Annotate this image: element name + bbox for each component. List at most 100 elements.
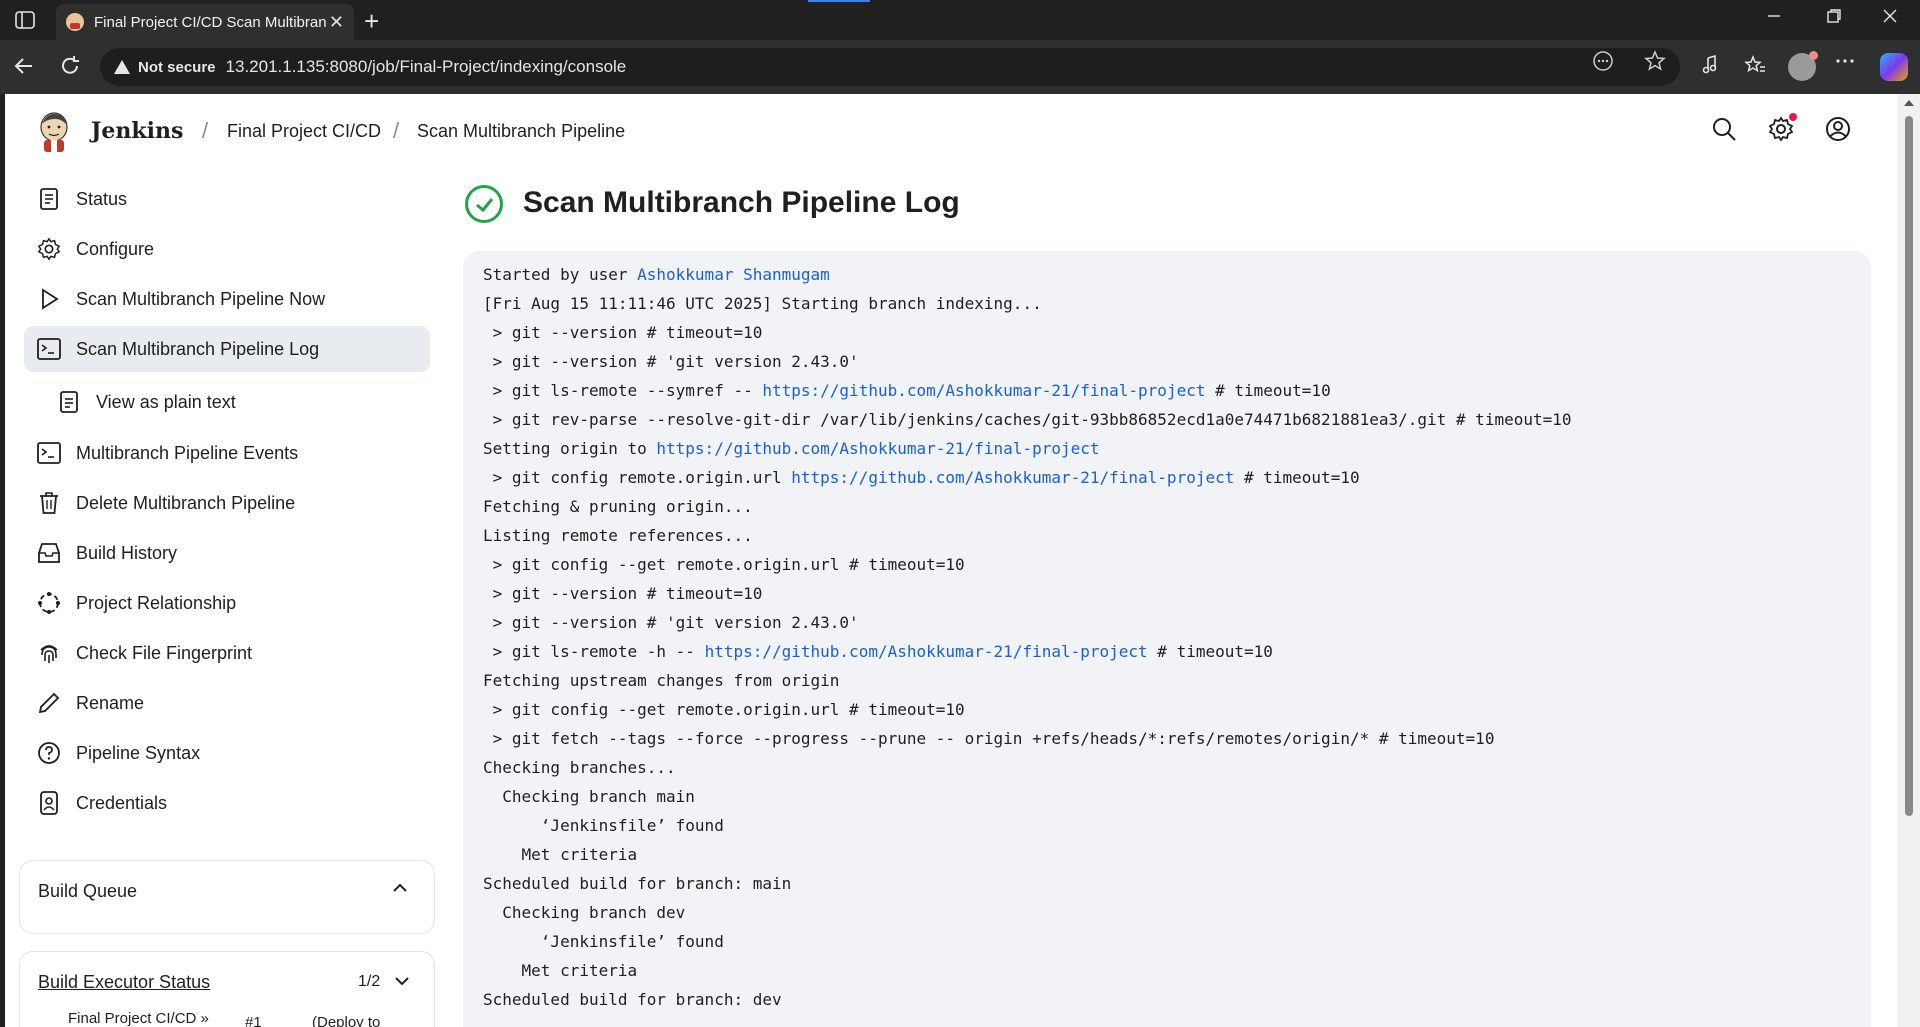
reader-mode-icon[interactable]	[1592, 50, 1614, 78]
console-text: ‘Jenkinsfile’ found	[483, 816, 724, 835]
executor-job-link[interactable]: Final Project CI/CD »	[68, 1010, 209, 1027]
sidebar-item-label: Configure	[76, 238, 155, 259]
help-icon	[36, 740, 62, 766]
sidebar-item-fingerprint[interactable]: Check File Fingerprint	[24, 630, 430, 676]
tab-actions-icon[interactable]	[12, 9, 38, 31]
sidebar-item-label: Multibranch Pipeline Events	[76, 442, 299, 463]
chevron-up-icon[interactable]	[392, 881, 408, 897]
new-tab-button[interactable]: +	[364, 6, 379, 37]
fingerprint-icon	[36, 640, 62, 666]
url-text[interactable]: 13.201.1.135:8080/job/Final-Project/inde…	[226, 57, 627, 77]
console-link[interactable]: https://github.com/Ashokkumar-21/final-p…	[705, 642, 1148, 661]
refresh-icon[interactable]	[58, 54, 82, 84]
sidebar-item-label: Credentials	[76, 792, 168, 813]
document-icon	[56, 389, 82, 415]
console-text: Scheduled build for branch: dev	[483, 990, 782, 1009]
sidebar-item-delete[interactable]: Delete Multibranch Pipeline	[24, 480, 430, 526]
console-text: > git config --get remote.origin.url # t…	[483, 700, 965, 719]
user-account-icon[interactable]	[1825, 116, 1851, 142]
sidebar-item-relationship[interactable]: Project Relationship	[24, 580, 430, 626]
manage-jenkins-gear-icon[interactable]	[1768, 113, 1797, 142]
address-bar[interactable]: Not secure 13.201.1.135:8080/job/Final-P…	[100, 48, 1680, 86]
sidebar-item-label: Build History	[76, 542, 178, 563]
sidebar-item-pipeline-syntax[interactable]: Pipeline Syntax	[24, 730, 430, 776]
sidebar-item-scan-log[interactable]: Scan Multibranch Pipeline Log	[24, 326, 430, 372]
console-text: > git --version # 'git version 2.43.0'	[483, 352, 859, 371]
sidebar-item-credentials[interactable]: Credentials	[24, 780, 430, 826]
chevron-down-icon[interactable]	[394, 974, 410, 990]
favorites-icon[interactable]	[1744, 54, 1766, 82]
console-link[interactable]: https://github.com/Ashokkumar-21/final-p…	[762, 381, 1205, 400]
console-text: Met criteria	[483, 845, 638, 864]
page-scrollbar[interactable]	[1898, 94, 1920, 1027]
sidebar-item-configure[interactable]: Configure	[24, 226, 430, 272]
tab-title: Final Project CI/CD Scan Multibranch	[94, 13, 326, 31]
console-text: Setting origin to	[483, 439, 657, 458]
sidebar-item-events[interactable]: Multibranch Pipeline Events	[24, 430, 430, 476]
sidebar-item-label: Rename	[76, 692, 145, 713]
sidebar-item-scan-now[interactable]: Scan Multibranch Pipeline Now	[24, 276, 430, 322]
console-line: > git config --get remote.origin.url # t…	[483, 555, 1871, 584]
breadcrumb-item-current[interactable]: Scan Multibranch Pipeline	[417, 121, 625, 142]
jenkins-favicon-icon	[66, 13, 84, 31]
console-line: Listing remote references...	[483, 526, 1871, 555]
executor-build-number[interactable]: #1	[245, 1014, 262, 1027]
build-executor-card: Build Executor Status 1/2 Final Project …	[19, 951, 435, 1027]
console-line: [Fri Aug 15 11:11:46 UTC 2025] Starting …	[483, 294, 1871, 323]
console-text: > git rev-parse --resolve-git-dir /var/l…	[483, 410, 1572, 429]
copilot-icon[interactable]	[1880, 53, 1908, 81]
profile-avatar-icon[interactable]	[1788, 51, 1818, 81]
console-link[interactable]: https://github.com/Ashokkumar-21/final-p…	[656, 439, 1099, 458]
breadcrumb-separator: /	[202, 118, 209, 143]
console-line: Fetching upstream changes from origin	[483, 671, 1871, 700]
sidebar-item-label: Check File Fingerprint	[76, 642, 253, 663]
security-indicator[interactable]: Not secure	[138, 59, 216, 76]
media-control-icon[interactable]	[1700, 54, 1722, 82]
terminal-icon	[36, 440, 62, 466]
console-line: > git config --get remote.origin.url # t…	[483, 700, 1871, 729]
gear-icon	[36, 236, 62, 262]
console-text: [Fri Aug 15 11:11:46 UTC 2025] Starting …	[483, 294, 1042, 313]
console-output: Started by user Ashokkumar Shanmugam [Fri…	[463, 251, 1871, 1027]
tab-close-icon[interactable]: ✕	[329, 12, 344, 33]
console-text: Listing remote references...	[483, 526, 753, 545]
browser-toolbar: Not secure 13.201.1.135:8080/job/Final-P…	[0, 40, 1920, 94]
sidebar-item-plain-text[interactable]: View as plain text	[24, 379, 430, 425]
sidebar-item-status[interactable]: Status	[24, 176, 430, 222]
close-window-icon[interactable]	[1882, 8, 1898, 29]
sidebar-item-label: Scan Multibranch Pipeline Now	[76, 288, 326, 309]
console-line: Started by user Ashokkumar Shanmugam	[483, 265, 1871, 294]
back-icon[interactable]	[12, 54, 36, 84]
relationship-icon	[36, 590, 62, 616]
jenkins-logo-icon[interactable]	[38, 112, 70, 152]
console-text: > git --version # 'git version 2.43.0'	[483, 613, 859, 632]
console-link[interactable]: Ashokkumar Shanmugam	[637, 265, 830, 284]
brand-name[interactable]: Jenkins	[91, 118, 183, 144]
minimize-icon[interactable]	[1766, 8, 1782, 29]
scroll-up-arrow-icon[interactable]	[1904, 100, 1914, 106]
browser-tab-active[interactable]: Final Project CI/CD Scan Multibranch ✕	[56, 4, 354, 40]
build-executor-title[interactable]: Build Executor Status	[38, 972, 210, 993]
pencil-icon	[36, 690, 62, 716]
favorite-star-icon[interactable]	[1644, 50, 1666, 78]
restore-icon[interactable]	[1826, 8, 1842, 29]
console-text: Met criteria	[483, 961, 638, 980]
console-text: # timeout=10	[1147, 642, 1273, 661]
sidebar-item-build-history[interactable]: Build History	[24, 530, 430, 576]
breadcrumb-item-project[interactable]: Final Project CI/CD	[227, 121, 381, 142]
search-icon[interactable]	[1711, 116, 1737, 142]
jenkins-header: Jenkins / Final Project CI/CD / Scan Mul…	[5, 94, 1898, 164]
console-line: Scheduled build for branch: dev	[483, 990, 1871, 1019]
console-line: ‘Jenkinsfile’ found	[483, 816, 1871, 845]
sidebar-item-label: Scan Multibranch Pipeline Log	[76, 338, 320, 359]
build-queue-title[interactable]: Build Queue	[38, 881, 137, 902]
sidebar-item-label: Delete Multibranch Pipeline	[76, 492, 296, 513]
notification-dot	[1789, 113, 1797, 121]
executor-count: 1/2	[358, 973, 381, 990]
sidebar-item-rename[interactable]: Rename	[24, 680, 430, 726]
console-link[interactable]: https://github.com/Ashokkumar-21/final-p…	[791, 468, 1234, 487]
console-text: Fetching & pruning origin...	[483, 497, 753, 516]
more-menu-icon[interactable]	[1834, 50, 1856, 78]
inbox-icon	[36, 540, 62, 566]
scrollbar-thumb[interactable]	[1905, 116, 1913, 816]
